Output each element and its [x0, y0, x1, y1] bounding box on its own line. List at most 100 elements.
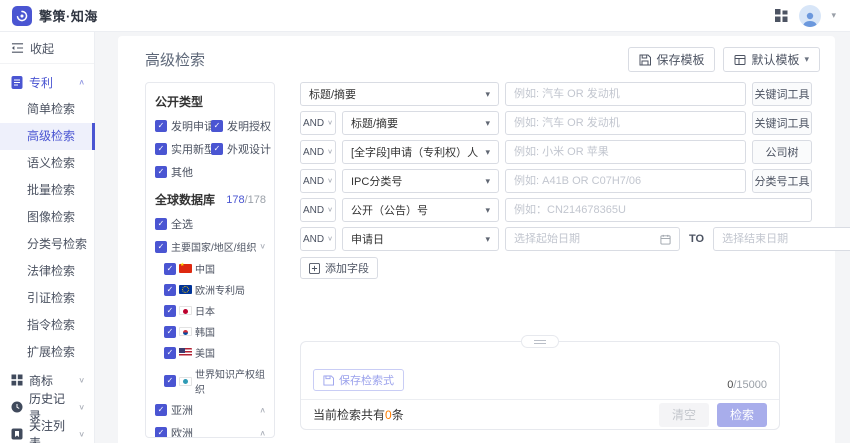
check-icon: ✓ — [167, 265, 174, 273]
sidebar-item-extended-search[interactable]: 扩展检索 — [0, 339, 94, 366]
search-button[interactable]: 检索 — [717, 403, 767, 427]
country-row-epo[interactable]: ✓ 欧洲专利局 — [164, 282, 266, 297]
usa-flag-icon — [179, 348, 192, 357]
checkbox-major-countries[interactable]: ✓ 主要国家/地区/组织 — [155, 239, 257, 254]
field-select-2[interactable]: 标题/摘要 ▾ — [342, 111, 499, 135]
sidebar-item-batch-search[interactable]: 批量检索 — [0, 177, 94, 204]
check-icon: ✓ — [158, 168, 165, 176]
country-row-korea[interactable]: ✓ 韩国 — [164, 324, 266, 339]
chevron-down-icon: ∨ — [327, 207, 333, 214]
query-expression-area[interactable]: 保存检索式 0/15000 — [301, 342, 779, 399]
classification-tool-button[interactable]: 分类号工具 — [752, 169, 812, 193]
keyword-tool-button-2[interactable]: 关键词工具 — [752, 111, 812, 135]
default-template-button[interactable]: 默认模板 ▾ — [723, 47, 820, 72]
sidebar-item-citation-search[interactable]: 引证检索 — [0, 285, 94, 312]
country-label: 世界知识产权组织 — [195, 366, 266, 396]
chevron-up-icon[interactable]: ∧ — [259, 406, 266, 414]
operator-select-4[interactable]: AND ∨ — [300, 169, 336, 193]
checkbox-design[interactable]: ✓ 外观设计 — [211, 141, 271, 157]
country-row-usa[interactable]: ✓ 美国 — [164, 345, 266, 360]
content-row: 公开类型 ✓ 发明申请 ✓ 发明授权 ✓ 实用新型 ✓ 外观设计 — [145, 82, 835, 438]
page-title: 高级检索 — [145, 49, 205, 70]
sidebar-item-legal-search[interactable]: 法律检索 — [0, 258, 94, 285]
main-content: 高级检索 保存模板 默认模板 ▾ 公开类型 ✓ 发明申请 ✓ — [118, 36, 835, 443]
patent-submenu: 简单检索 高级检索 语义检索 批量检索 图像检索 分类号检索 法律检索 引证检索… — [0, 96, 94, 366]
publication-type-heading: 公开类型 — [155, 93, 266, 110]
operator-select-6[interactable]: AND ∨ — [300, 227, 336, 251]
epo-flag-icon — [179, 285, 192, 294]
sidebar-item-advanced-search[interactable]: 高级检索 — [0, 123, 94, 150]
country-row-wipo[interactable]: ✓ 世界知识产权组织 — [164, 366, 266, 396]
user-menu-caret-icon[interactable]: ▾ — [831, 10, 836, 21]
keyword-tool-button-1[interactable]: 关键词工具 — [752, 82, 812, 106]
global-database-heading: 全球数据库 178/178 — [155, 191, 266, 208]
checkbox-select-all[interactable]: ✓ 全选 — [155, 216, 193, 232]
end-date-input[interactable] — [713, 227, 850, 251]
chevron-up-icon[interactable]: ∧ — [259, 429, 266, 437]
country-label: 日本 — [195, 303, 215, 318]
field-select-3[interactable]: [全字段]申请（专利权）人 ▾ — [342, 140, 499, 164]
country-row-china[interactable]: ✓ 中国 — [164, 261, 266, 276]
checkbox-invention-application[interactable]: ✓ 发明申请 — [155, 118, 211, 134]
query-input-2[interactable] — [505, 111, 746, 135]
form-grid: 标题/摘要 ▾ 关键词工具 AND ∨ 标题/摘要 ▾ 关键词工具 — [300, 82, 812, 251]
start-date-input[interactable] — [505, 227, 680, 251]
sidebar-item-semantic-search[interactable]: 语义检索 — [0, 150, 94, 177]
chevron-down-icon[interactable]: ∨ — [259, 243, 266, 251]
check-icon: ✓ — [158, 145, 165, 153]
chevron-down-icon: ∨ — [327, 178, 333, 185]
database-count-selected: 178 — [226, 194, 244, 206]
clear-button[interactable]: 清空 — [659, 403, 709, 427]
sidebar-item-watchlist[interactable]: 关注列表 ∨ — [0, 421, 94, 443]
country-label: 欧洲专利局 — [195, 282, 245, 297]
check-icon: ✓ — [158, 243, 165, 251]
query-input-5[interactable] — [505, 198, 812, 222]
field-select-4[interactable]: IPC分类号 ▾ — [342, 169, 499, 193]
field-select-1[interactable]: 标题/摘要 ▾ — [300, 82, 499, 106]
sidebar-collapse-button[interactable]: 收起 — [0, 35, 94, 61]
sidebar-item-simple-search[interactable]: 简单检索 — [0, 96, 94, 123]
date-range-separator: TO — [689, 233, 704, 245]
checkbox-utility-model[interactable]: ✓ 实用新型 — [155, 141, 211, 157]
sidebar-item-classification-search[interactable]: 分类号检索 — [0, 231, 94, 258]
checkbox-checked-icon: ✓ — [155, 404, 167, 416]
query-input-4[interactable] — [505, 169, 746, 193]
company-tree-button[interactable]: 公司树 — [752, 140, 812, 164]
add-field-button[interactable]: 添加字段 — [300, 257, 378, 279]
major-countries-row: ✓ 主要国家/地区/组织 ∨ — [155, 239, 266, 254]
operator-select-5[interactable]: AND ∨ — [300, 198, 336, 222]
result-count-text: 当前检索共有0条 — [313, 406, 404, 423]
region-row-europe: ✓ 欧洲 ∧ — [155, 425, 266, 438]
field-select-5[interactable]: 公开（公告）号 ▾ — [342, 198, 499, 222]
end-date-field[interactable] — [722, 233, 850, 245]
sidebar-item-command-search[interactable]: 指令检索 — [0, 312, 94, 339]
check-icon: ✓ — [167, 328, 174, 336]
field-select-value: IPC分类号 — [351, 173, 402, 189]
checkbox-asia[interactable]: ✓ 亚洲 — [155, 402, 193, 418]
start-date-field[interactable] — [514, 233, 656, 245]
operator-select-3[interactable]: AND ∨ — [300, 140, 336, 164]
query-input-3[interactable] — [505, 140, 746, 164]
operator-select-2[interactable]: AND ∨ — [300, 111, 336, 135]
save-template-button[interactable]: 保存模板 — [628, 47, 715, 72]
country-row-japan[interactable]: ✓ 日本 — [164, 303, 266, 318]
checkbox-invention-grant[interactable]: ✓ 发明授权 — [211, 118, 271, 134]
add-field-label: 添加字段 — [325, 260, 369, 276]
panel-drag-handle[interactable] — [521, 335, 559, 348]
sidebar-item-image-search[interactable]: 图像检索 — [0, 204, 94, 231]
save-query-button[interactable]: 保存检索式 — [313, 369, 404, 391]
chevron-down-icon: ∨ — [78, 376, 85, 384]
query-input-1[interactable] — [505, 82, 746, 106]
region-row-asia: ✓ 亚洲 ∧ — [155, 402, 266, 418]
apps-grid-icon[interactable] — [774, 8, 789, 23]
sidebar-item-label: 商标 — [29, 372, 72, 389]
sidebar-item-patent[interactable]: 专利 ∧ — [0, 69, 94, 95]
checkbox-checked-icon: ✓ — [155, 143, 167, 155]
user-avatar[interactable] — [799, 5, 821, 27]
field-select-value: 标题/摘要 — [309, 86, 356, 102]
field-select-6[interactable]: 申请日 ▾ — [342, 227, 499, 251]
checkbox-other[interactable]: ✓ 其他 — [155, 164, 211, 180]
drag-handle-icon — [534, 340, 546, 344]
chevron-down-icon: ∨ — [327, 120, 333, 127]
checkbox-europe[interactable]: ✓ 欧洲 — [155, 425, 193, 438]
